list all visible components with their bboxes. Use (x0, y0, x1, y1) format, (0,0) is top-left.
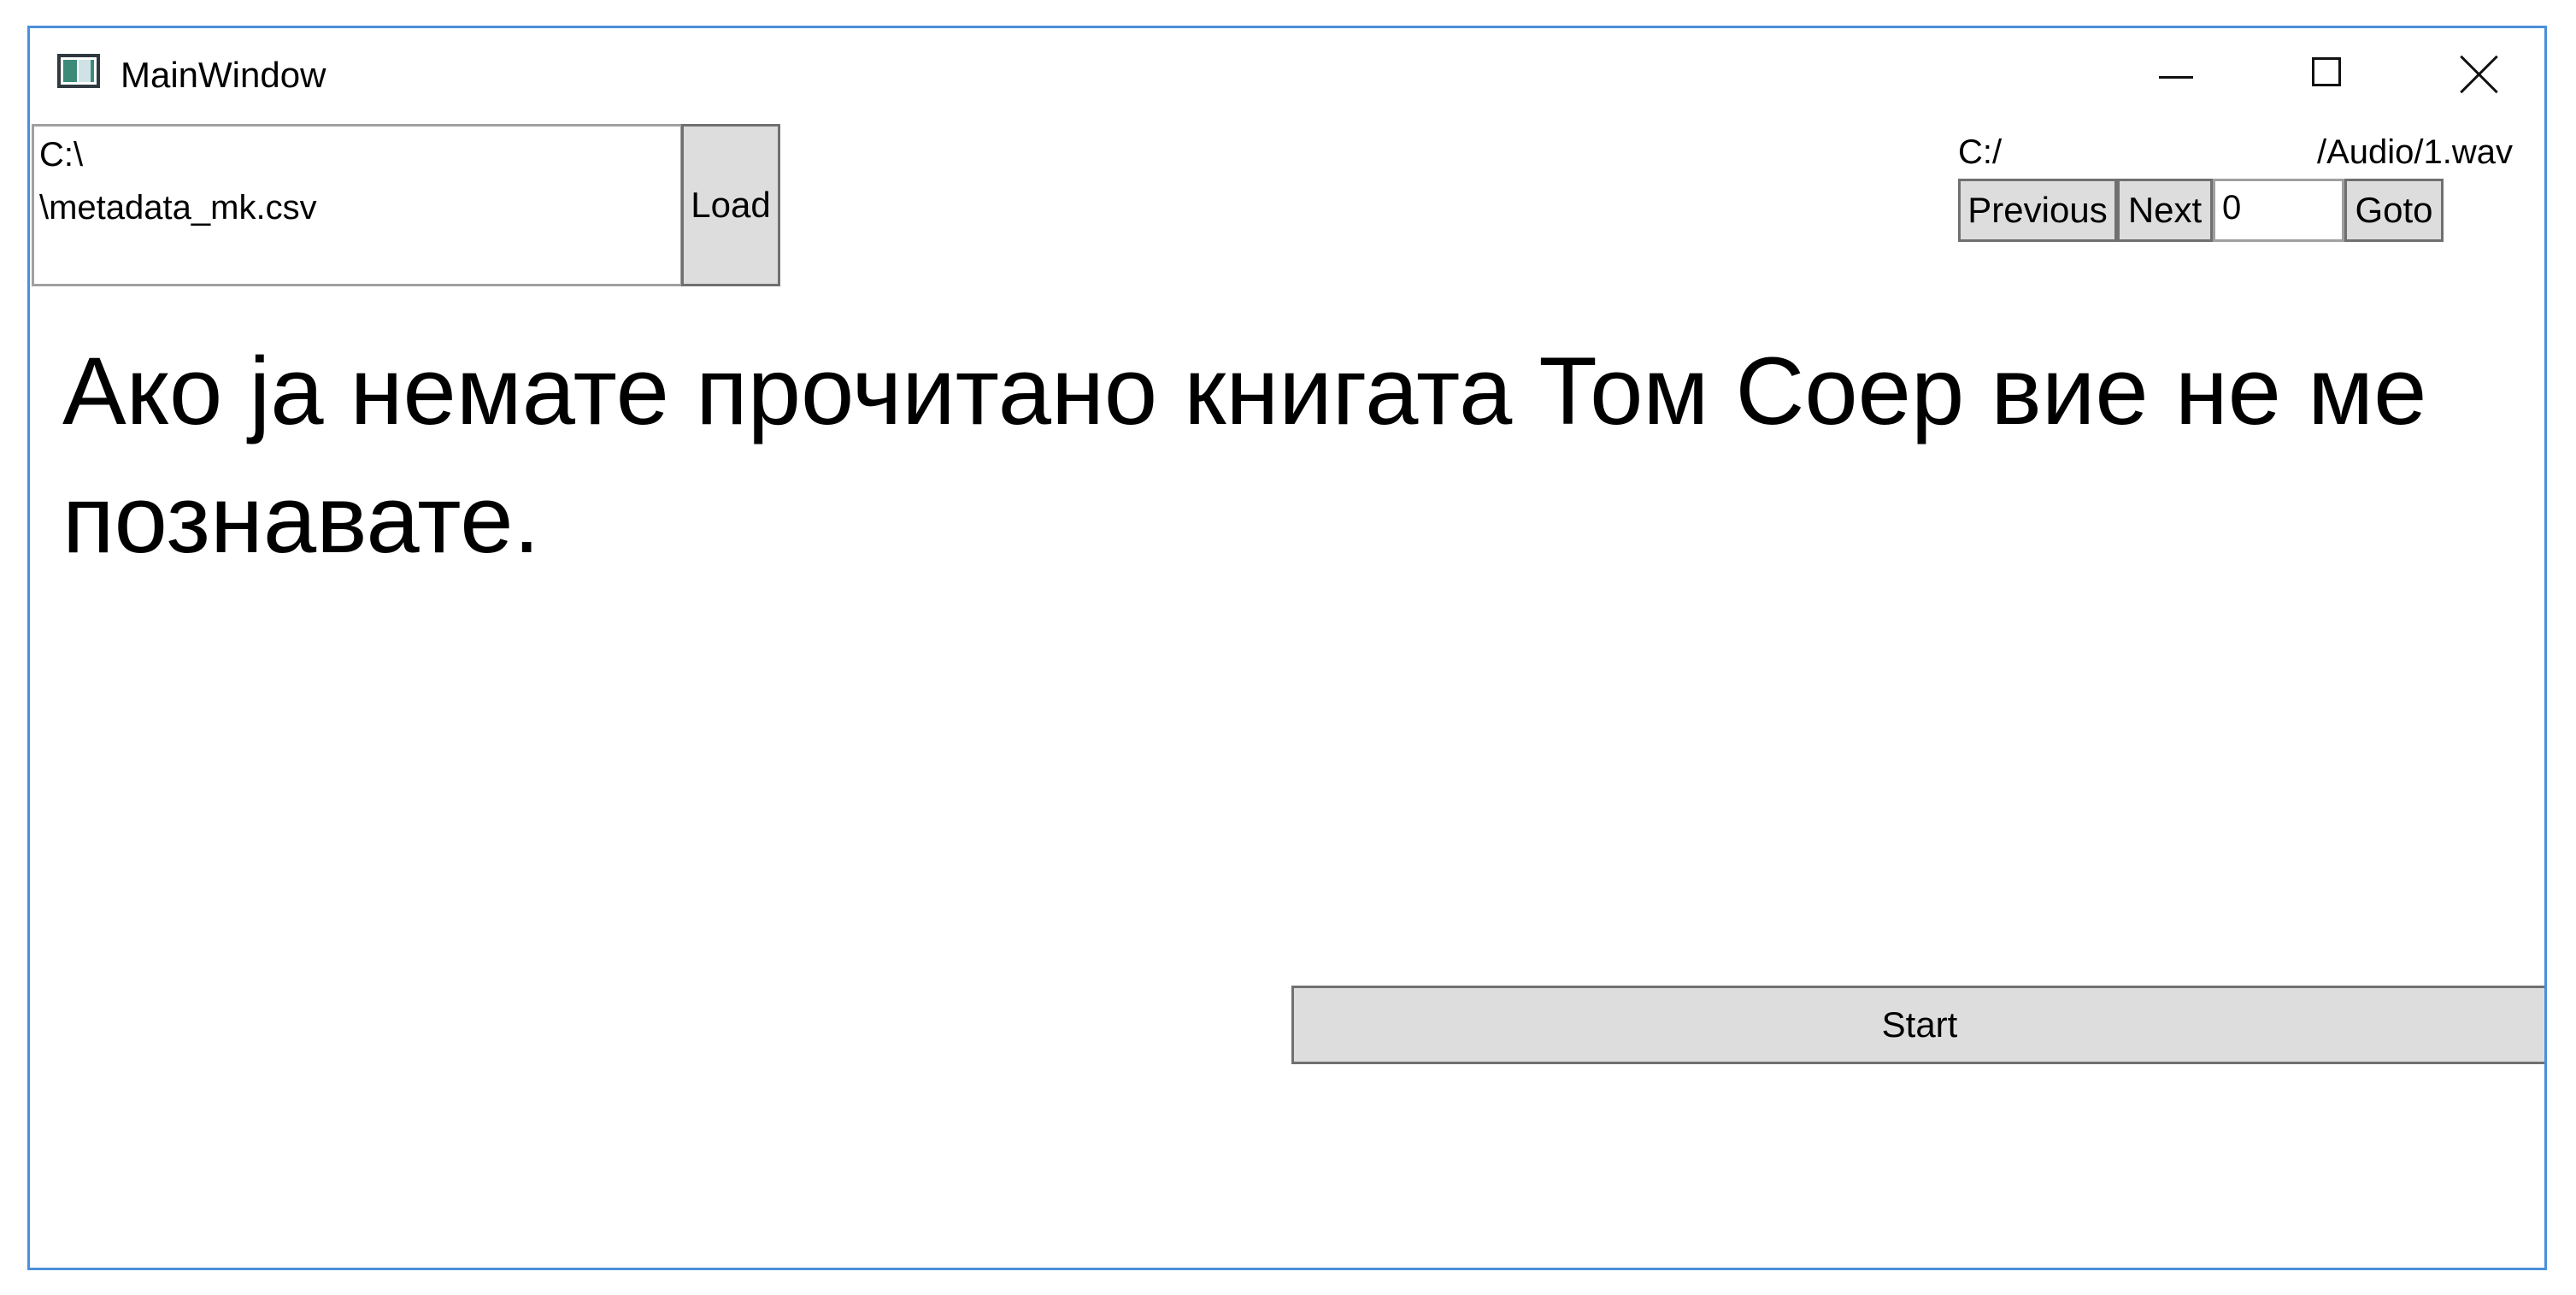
maximize-button[interactable] (2257, 37, 2411, 114)
index-input[interactable]: 0 (2213, 179, 2344, 242)
title-bar[interactable]: MainWindow (30, 28, 2544, 124)
audio-path-suffix: /Audio/1.wav (2317, 133, 2514, 171)
next-button[interactable]: Next (2117, 179, 2213, 242)
audio-path-prefix: C:/ (1958, 133, 2003, 171)
minimize-icon (2159, 76, 2193, 79)
load-button[interactable]: Load (681, 124, 780, 286)
minimize-button[interactable] (2103, 37, 2257, 114)
app-window-icon (57, 54, 100, 88)
sentence-text: Ако ја немате прочитано книгата Том Соер… (62, 338, 2427, 573)
goto-button[interactable]: Goto (2344, 179, 2444, 242)
maximize-icon (2312, 57, 2341, 86)
previous-button[interactable]: Previous (1958, 179, 2117, 242)
close-button[interactable] (2411, 37, 2544, 114)
window-title: MainWindow (121, 55, 326, 95)
start-button[interactable]: Start (1291, 986, 2544, 1064)
close-icon (2459, 54, 2500, 95)
metadata-path-input[interactable]: C:\ \metadata_mk.csv (32, 124, 683, 286)
main-window: MainWindow C:\ \metadata_mk.csv Load C:/… (27, 26, 2547, 1270)
